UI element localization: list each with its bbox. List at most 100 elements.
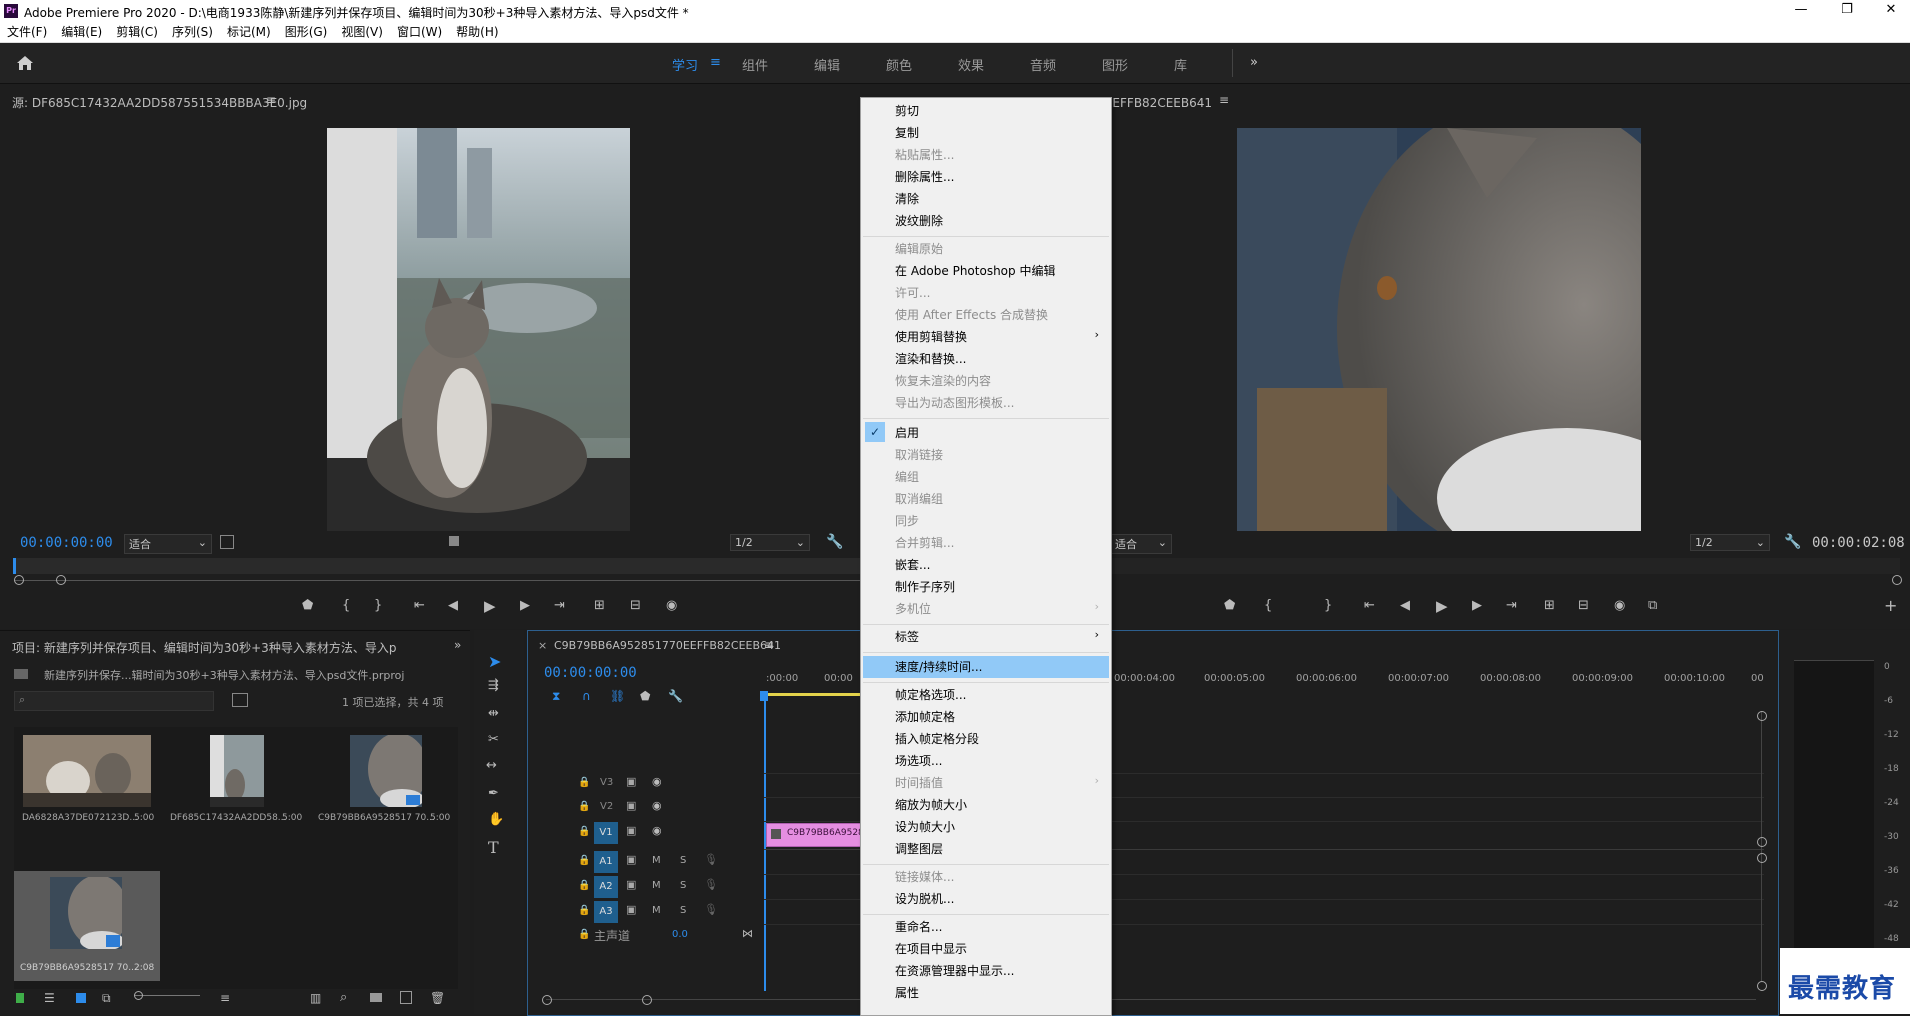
program-fit-dropdown[interactable]: 适合 ⌄ bbox=[1110, 534, 1172, 554]
eye-icon[interactable]: ◉ bbox=[652, 824, 662, 837]
close-icon[interactable]: ✕ bbox=[1876, 2, 1906, 17]
razor-tool-icon[interactable]: ✂ bbox=[488, 732, 499, 747]
solo-button[interactable]: S bbox=[680, 905, 686, 916]
export-frame-icon[interactable]: ◉ bbox=[1614, 598, 1625, 613]
menu-window[interactable]: 窗口(W) bbox=[390, 22, 449, 42]
source-time-ruler[interactable] bbox=[14, 558, 860, 574]
overwrite-icon[interactable]: ⊟ bbox=[630, 598, 641, 613]
type-tool-icon[interactable]: T bbox=[488, 838, 499, 857]
project-overflow-button[interactable]: » bbox=[454, 638, 461, 652]
zoom-handle-left[interactable] bbox=[14, 575, 24, 585]
workspace-tab-audio[interactable]: 音频 bbox=[1030, 55, 1056, 74]
step-back-icon[interactable]: ◀ bbox=[448, 598, 458, 613]
sequence-tab-title[interactable]: C9B79BB6A952851770EEFFB82CEEB641 bbox=[554, 639, 781, 652]
extract-icon[interactable]: ⊟ bbox=[1578, 598, 1589, 613]
menu-item-set-to-frame-size[interactable]: 设为帧大小 bbox=[895, 818, 955, 836]
workspace-tab-learning[interactable]: 学习 bbox=[672, 55, 698, 74]
eye-icon[interactable]: ◉ bbox=[652, 775, 662, 788]
zoom-slider-handle[interactable] bbox=[134, 991, 143, 1000]
new-bin-icon[interactable] bbox=[370, 993, 382, 1002]
source-zoom-bar[interactable] bbox=[14, 580, 860, 581]
source-resolution-dropdown[interactable]: 1/2 ⌄ bbox=[730, 534, 810, 551]
sync-lock-icon[interactable]: ▣ bbox=[626, 799, 636, 812]
menu-file[interactable]: 文件(F) bbox=[0, 22, 54, 42]
menu-item-properties[interactable]: 属性 bbox=[895, 984, 919, 1002]
sync-lock-icon[interactable]: ▣ bbox=[626, 775, 636, 788]
lock-icon[interactable]: 🔒 bbox=[578, 905, 590, 916]
lock-icon[interactable]: 🔒 bbox=[578, 826, 590, 837]
wrench-icon[interactable]: 🔧 bbox=[826, 534, 843, 550]
menu-item-add-frame-hold[interactable]: 添加帧定格 bbox=[895, 708, 955, 726]
work-area-bar[interactable] bbox=[764, 693, 864, 696]
freeform-view-icon[interactable]: ⧉ bbox=[102, 991, 111, 1006]
master-volume-value[interactable]: 0.0 bbox=[672, 929, 688, 940]
automate-to-sequence-icon[interactable]: ▥ bbox=[310, 991, 321, 1005]
restore-icon[interactable]: ❐ bbox=[1832, 2, 1862, 17]
add-marker-icon[interactable]: ⬟ bbox=[302, 598, 313, 613]
menu-item-field-options[interactable]: 场选项... bbox=[895, 752, 942, 770]
menu-item-cut[interactable]: 剪切 bbox=[895, 102, 919, 120]
source-drag-video-icon[interactable] bbox=[449, 536, 459, 546]
source-playhead[interactable] bbox=[13, 558, 16, 574]
lock-icon[interactable]: 🔒 bbox=[578, 801, 590, 812]
zoom-handle-right[interactable] bbox=[1892, 575, 1902, 585]
menu-item-reveal-in-project[interactable]: 在项目中显示 bbox=[895, 940, 967, 958]
menu-item-copy[interactable]: 复制 bbox=[895, 124, 919, 142]
solo-button[interactable]: S bbox=[680, 880, 686, 891]
hand-tool-icon[interactable]: ✋ bbox=[488, 812, 504, 827]
playhead-handle[interactable] bbox=[760, 691, 768, 701]
lock-icon[interactable]: 🔒 bbox=[578, 855, 590, 866]
project-search-input[interactable]: ⌕ bbox=[14, 691, 214, 711]
workspace-menu-icon[interactable]: ≡ bbox=[710, 55, 721, 70]
menu-item-enable[interactable]: 启用 bbox=[895, 424, 919, 442]
close-tab-icon[interactable]: × bbox=[538, 639, 547, 652]
step-back-icon[interactable]: ◀ bbox=[1400, 598, 1410, 613]
go-to-out-icon[interactable]: ⇥ bbox=[554, 598, 565, 613]
project-item-selected[interactable]: C9B79BB6A9528517 70... 2:08 bbox=[14, 871, 160, 981]
new-item-icon[interactable] bbox=[400, 991, 412, 1004]
find-icon[interactable]: ⌕ bbox=[340, 990, 347, 1005]
menu-item-ripple-delete[interactable]: 波纹删除 bbox=[895, 212, 943, 230]
menu-item-reveal-in-explorer[interactable]: 在资源管理器中显示... bbox=[895, 962, 1014, 980]
mute-button[interactable]: M bbox=[652, 905, 661, 916]
source-timecode[interactable]: 00:00:00:00 bbox=[20, 535, 113, 551]
workspace-tab-libraries[interactable]: 库 bbox=[1174, 55, 1187, 74]
add-marker-icon[interactable]: ⬟ bbox=[1224, 598, 1235, 613]
lock-icon[interactable]: 🔒 bbox=[578, 880, 590, 891]
sync-lock-icon[interactable]: ▣ bbox=[626, 824, 636, 837]
project-item[interactable]: DA6828A37DE072123D... 5:00 bbox=[14, 727, 162, 827]
snap-icon[interactable]: ∩ bbox=[582, 689, 591, 703]
list-view-icon[interactable]: ☰ bbox=[44, 991, 55, 1005]
zoom-slider[interactable] bbox=[134, 995, 200, 996]
menu-help[interactable]: 帮助(H) bbox=[449, 22, 505, 42]
program-resolution-dropdown[interactable]: 1/2 ⌄ bbox=[1690, 534, 1770, 551]
menu-item-frame-hold-options[interactable]: 帧定格选项... bbox=[895, 686, 966, 704]
mark-out-icon[interactable]: } bbox=[1324, 598, 1332, 613]
go-to-end-icon[interactable]: ⋈ bbox=[742, 927, 753, 940]
comparison-view-icon[interactable]: ⧉ bbox=[1648, 598, 1657, 613]
sync-lock-icon[interactable]: ▣ bbox=[626, 853, 636, 866]
timeline-timecode[interactable]: 00:00:00:00 bbox=[544, 665, 637, 681]
lift-icon[interactable]: ⊞ bbox=[1544, 598, 1555, 613]
insert-icon[interactable]: ⊞ bbox=[594, 598, 605, 613]
timeline-settings-icon[interactable]: 🔧 bbox=[668, 689, 683, 703]
scroll-handle[interactable] bbox=[1757, 981, 1767, 991]
menu-view[interactable]: 视图(V) bbox=[334, 22, 390, 42]
menu-item-render-and-replace[interactable]: 渲染和替换... bbox=[895, 350, 966, 368]
pen-tool-icon[interactable]: ✒ bbox=[488, 786, 499, 801]
eye-icon[interactable]: ◉ bbox=[652, 799, 662, 812]
timeline-panel-menu-icon[interactable]: ≡ bbox=[764, 638, 774, 652]
track-name-a1[interactable]: A1 bbox=[594, 851, 618, 873]
workspace-tab-editing[interactable]: 编辑 bbox=[814, 55, 840, 74]
project-item[interactable]: C9B79BB6A9528517 70... 5:00 bbox=[310, 727, 458, 827]
workspace-tab-graphics[interactable]: 图形 bbox=[1102, 55, 1128, 74]
track-select-tool-icon[interactable]: ⇶ bbox=[488, 678, 499, 693]
source-fit-dropdown[interactable]: 适合 ⌄ bbox=[124, 534, 212, 554]
source-panel-menu-icon[interactable]: ≡ bbox=[266, 93, 276, 107]
workspace-overflow-button[interactable]: » bbox=[1250, 55, 1258, 70]
export-frame-icon[interactable]: ◉ bbox=[666, 598, 677, 613]
sync-lock-icon[interactable]: ▣ bbox=[626, 878, 636, 891]
timeline-clip-v1[interactable]: C9B79BB6A9528 bbox=[766, 823, 864, 847]
scroll-handle[interactable] bbox=[642, 995, 652, 1005]
scroll-handle[interactable] bbox=[1757, 837, 1767, 847]
